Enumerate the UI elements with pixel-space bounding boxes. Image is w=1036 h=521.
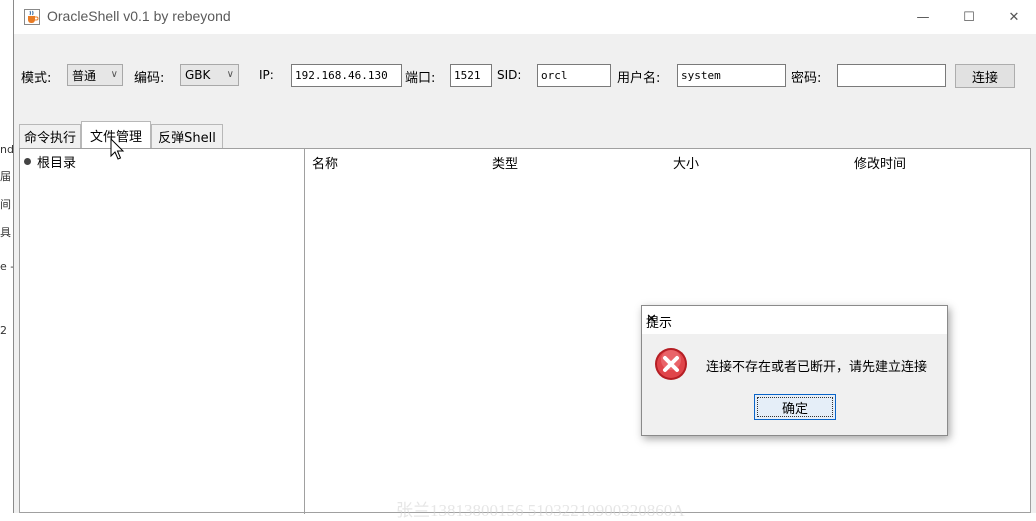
encoding-value: GBK — [185, 68, 211, 82]
port-input[interactable]: 1521 — [450, 64, 492, 87]
bg-fragment: 届 — [0, 170, 11, 183]
window-title: OracleShell v0.1 by rebeyond — [47, 8, 231, 24]
bg-fragment: e - — [0, 260, 13, 273]
bg-fragment: 2 — [0, 324, 7, 337]
alert-dialog: 提示 ✕ 连接不存在或者已断开，请先建立连接 确定 — [641, 305, 948, 436]
ip-input[interactable]: 192.168.46.130 — [291, 64, 402, 87]
watermark: 张兰13813800156 51032210900320860A — [396, 501, 685, 520]
maximize-icon: ☐ — [963, 9, 975, 25]
title-bar: OracleShell v0.1 by rebeyond — ☐ ✕ — [14, 0, 1036, 34]
mode-select[interactable]: 普通 ∨ — [67, 64, 123, 86]
tab-command[interactable]: 命令执行 — [19, 124, 81, 148]
maximize-button[interactable]: ☐ — [946, 0, 992, 34]
java-cup-icon — [24, 9, 40, 25]
username-input[interactable]: system — [677, 64, 786, 87]
password-label: 密码: — [791, 71, 822, 86]
connect-button[interactable]: 连接 — [955, 64, 1015, 88]
encoding-label: 编码: — [134, 71, 165, 86]
sid-label: SID: — [497, 68, 522, 82]
tab-reverse-shell[interactable]: 反弹Shell — [151, 124, 223, 148]
chevron-down-icon: ∨ — [226, 69, 234, 80]
column-header-modified[interactable]: 修改时间 — [854, 153, 906, 172]
tree-root-label: 根目录 — [37, 156, 77, 171]
bg-fragment: 具 — [0, 226, 11, 239]
bg-fragment: 间 — [0, 198, 11, 211]
background-window-strip: nd 届 间 具 e - 2 — [0, 0, 13, 513]
column-header-name[interactable]: 名称 — [312, 153, 338, 172]
minimize-icon: — — [916, 9, 930, 25]
error-icon — [655, 348, 687, 380]
mode-value: 普通 — [72, 68, 97, 83]
column-header-type[interactable]: 类型 — [492, 153, 518, 172]
chevron-down-icon: ∨ — [110, 69, 118, 80]
password-input[interactable] — [837, 64, 946, 87]
mode-label: 模式: — [21, 71, 52, 86]
username-label: 用户名: — [617, 71, 661, 86]
ok-button[interactable]: 确定 — [754, 394, 836, 420]
sid-input[interactable]: orcl — [537, 64, 611, 87]
dialog-title-bar: 提示 ✕ — [642, 306, 947, 334]
directory-tree[interactable]: 根目录 — [20, 149, 305, 514]
dialog-message: 连接不存在或者已断开，请先建立连接 — [706, 360, 928, 375]
close-icon: ✕ — [1008, 9, 1020, 25]
app-window: OracleShell v0.1 by rebeyond — ☐ ✕ 模式: 普… — [13, 0, 1036, 514]
tree-root-node[interactable]: 根目录 — [24, 152, 76, 171]
ip-label: IP: — [259, 68, 274, 82]
column-header-size[interactable]: 大小 — [673, 153, 699, 172]
close-window-button[interactable]: ✕ — [991, 0, 1036, 34]
dialog-close-button[interactable]: ✕ — [646, 312, 939, 327]
encoding-select[interactable]: GBK ∨ — [180, 64, 239, 86]
node-bullet-icon — [24, 158, 31, 165]
minimize-button[interactable]: — — [900, 0, 946, 34]
mouse-cursor-icon — [110, 138, 125, 160]
bg-fragment: nd — [0, 143, 13, 156]
port-label: 端口: — [405, 71, 436, 86]
